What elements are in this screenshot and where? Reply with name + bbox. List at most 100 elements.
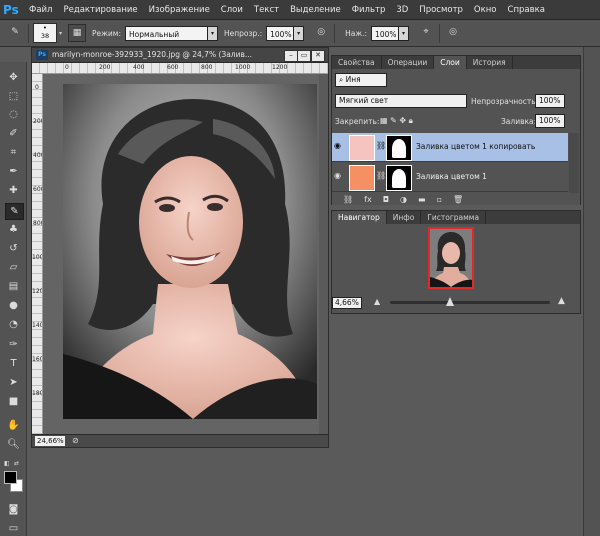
menu-file[interactable]: Файл: [29, 5, 52, 15]
menu-window[interactable]: Окно: [474, 5, 497, 15]
history-brush-tool-icon[interactable]: ↺: [5, 241, 22, 256]
menu-image[interactable]: Изображение: [149, 5, 210, 15]
healing-brush-tool-icon[interactable]: ✚: [5, 183, 22, 198]
document-title-bar[interactable]: Ps marilyn-monroe-392933_1920.jpg @ 24,7…: [32, 48, 328, 63]
marquee-tool-icon[interactable]: ⬚: [5, 89, 22, 104]
new-layer-icon[interactable]: ▫: [437, 195, 442, 204]
brush-preset-picker[interactable]: • 38: [33, 23, 57, 43]
menu-filter[interactable]: Фильтр: [352, 5, 386, 15]
status-info-icon[interactable]: ⊘: [72, 436, 82, 446]
type-tool-icon[interactable]: T: [5, 356, 22, 371]
airbrush-icon[interactable]: ⌖: [417, 24, 435, 42]
canvas-area[interactable]: [43, 74, 319, 434]
eye-icon[interactable]: ◉: [334, 141, 344, 151]
menu-type[interactable]: Текст: [254, 5, 279, 15]
tab-actions[interactable]: Операции: [382, 56, 435, 69]
menu-help[interactable]: Справка: [508, 5, 545, 15]
pressure-opacity-icon[interactable]: ◎: [312, 24, 330, 42]
zoom-tool-icon[interactable]: 🔍︎: [5, 437, 22, 452]
adjustment-layer-icon[interactable]: ◑: [400, 195, 407, 204]
eraser-tool-icon[interactable]: ▱: [5, 260, 22, 275]
menu-select[interactable]: Выделение: [290, 5, 341, 15]
lasso-tool-icon[interactable]: ◌: [5, 107, 22, 122]
link-icon[interactable]: ⛓: [376, 171, 386, 180]
move-tool-icon[interactable]: ✥: [5, 70, 22, 85]
navigator-panel-tabs: Навигатор Инфо Гистограмма: [332, 211, 580, 224]
layer-row[interactable]: ◉ ⛓ Заливка цветом 1: [332, 163, 568, 192]
trash-icon[interactable]: 🗑︎: [453, 195, 463, 204]
layer-row[interactable]: ◉ ⛓ Заливка цветом 1 копировать: [332, 133, 568, 162]
vertical-scrollbar[interactable]: [319, 74, 328, 434]
layer-fill-swatch[interactable]: [349, 135, 375, 161]
tab-histogram[interactable]: Гистограмма: [421, 211, 487, 224]
quick-mask-icon[interactable]: ◙: [5, 502, 22, 517]
pressure-size-icon[interactable]: ◎: [444, 24, 462, 42]
shape-tool-icon[interactable]: ■: [5, 394, 22, 409]
navigator-zoom-field[interactable]: 4,66%: [332, 297, 362, 309]
tab-history[interactable]: История: [467, 56, 513, 69]
brush-panel-icon[interactable]: ▦: [68, 24, 87, 42]
link-layers-icon[interactable]: ⛓: [343, 195, 353, 204]
layer-opacity-label: Непрозрачность:: [471, 97, 539, 106]
brush-tool-icon[interactable]: ✎: [5, 203, 24, 220]
foreground-color-swatch[interactable]: [4, 471, 17, 484]
zoom-in-icon[interactable]: ▲: [558, 296, 570, 306]
opacity-input[interactable]: 100%: [266, 25, 295, 41]
close-button[interactable]: ✕: [311, 50, 325, 62]
lock-icons[interactable]: ▦ ✎ ✥ 🔒︎: [380, 116, 413, 126]
navigator-thumbnail[interactable]: [428, 227, 474, 289]
path-select-tool-icon[interactable]: ➤: [5, 375, 22, 390]
menu-edit[interactable]: Редактирование: [63, 5, 137, 15]
tab-layers[interactable]: Слои: [434, 56, 467, 69]
mode-select[interactable]: Нормальный: [124, 25, 208, 41]
ruler-label: 1800: [32, 390, 42, 397]
crop-tool-icon[interactable]: ⌗: [5, 145, 22, 160]
zoom-slider[interactable]: [390, 301, 550, 304]
navigator-preview-image: [430, 229, 472, 287]
zoom-out-icon[interactable]: ▲: [374, 297, 384, 307]
layer-opacity-input[interactable]: 100%: [535, 94, 565, 108]
ps-document-icon: Ps: [36, 50, 48, 60]
dodge-tool-icon[interactable]: ◔: [5, 317, 22, 332]
add-mask-icon[interactable]: ◘: [383, 195, 389, 204]
brush-tool-icon[interactable]: ✎: [6, 24, 24, 42]
hand-tool-icon[interactable]: ✋: [5, 418, 22, 433]
fill-input[interactable]: 100%: [535, 114, 565, 128]
eyedropper-tool-icon[interactable]: ✒: [5, 164, 22, 179]
gradient-tool-icon[interactable]: ▤: [5, 279, 22, 294]
chevron-down-icon[interactable]: ▾: [294, 25, 305, 41]
flow-input[interactable]: 100%: [371, 25, 400, 41]
default-colors-icon[interactable]: ◧: [4, 460, 12, 468]
blur-tool-icon[interactable]: ●: [5, 298, 22, 313]
new-group-icon[interactable]: ▬: [418, 195, 426, 204]
pen-tool-icon[interactable]: ✑: [5, 337, 22, 352]
menu-3d[interactable]: 3D: [396, 5, 408, 15]
layer-mask-thumbnail[interactable]: [386, 165, 412, 191]
menu-view[interactable]: Просмотр: [419, 5, 463, 15]
layers-scrollbar[interactable]: [569, 133, 579, 193]
fx-icon[interactable]: fx: [364, 195, 372, 204]
eye-icon[interactable]: ◉: [334, 171, 344, 181]
screen-mode-icon[interactable]: ▭: [5, 521, 22, 536]
link-icon[interactable]: ⛓: [376, 141, 386, 150]
layer-filter-select[interactable]: ⌕ Иня: [335, 73, 387, 87]
blend-mode-select[interactable]: Мягкий свет: [335, 94, 467, 108]
maximize-button[interactable]: ▭: [297, 50, 311, 62]
layer-name[interactable]: Заливка цветом 1 копировать: [416, 142, 535, 151]
layer-name[interactable]: Заливка цветом 1: [416, 172, 487, 181]
layer-mask-thumbnail[interactable]: [386, 135, 412, 161]
layer-fill-swatch[interactable]: [349, 165, 375, 191]
tab-info[interactable]: Инфо: [387, 211, 422, 224]
chevron-down-icon[interactable]: ▾: [399, 25, 410, 41]
quick-select-tool-icon[interactable]: ✐: [5, 126, 22, 141]
chevron-down-icon[interactable]: ▾: [59, 30, 62, 37]
tab-properties[interactable]: Свойства: [332, 56, 382, 69]
chevron-down-icon[interactable]: ▾: [207, 25, 218, 41]
swap-colors-icon[interactable]: ⇄: [14, 460, 22, 468]
tab-navigator[interactable]: Навигатор: [332, 211, 387, 224]
zoom-level-field[interactable]: 24,66%: [35, 436, 65, 446]
menu-layers[interactable]: Слои: [221, 5, 243, 15]
clone-stamp-tool-icon[interactable]: ♣: [5, 222, 22, 237]
minimize-button[interactable]: –: [284, 50, 298, 62]
portrait-photo[interactable]: [63, 84, 317, 419]
